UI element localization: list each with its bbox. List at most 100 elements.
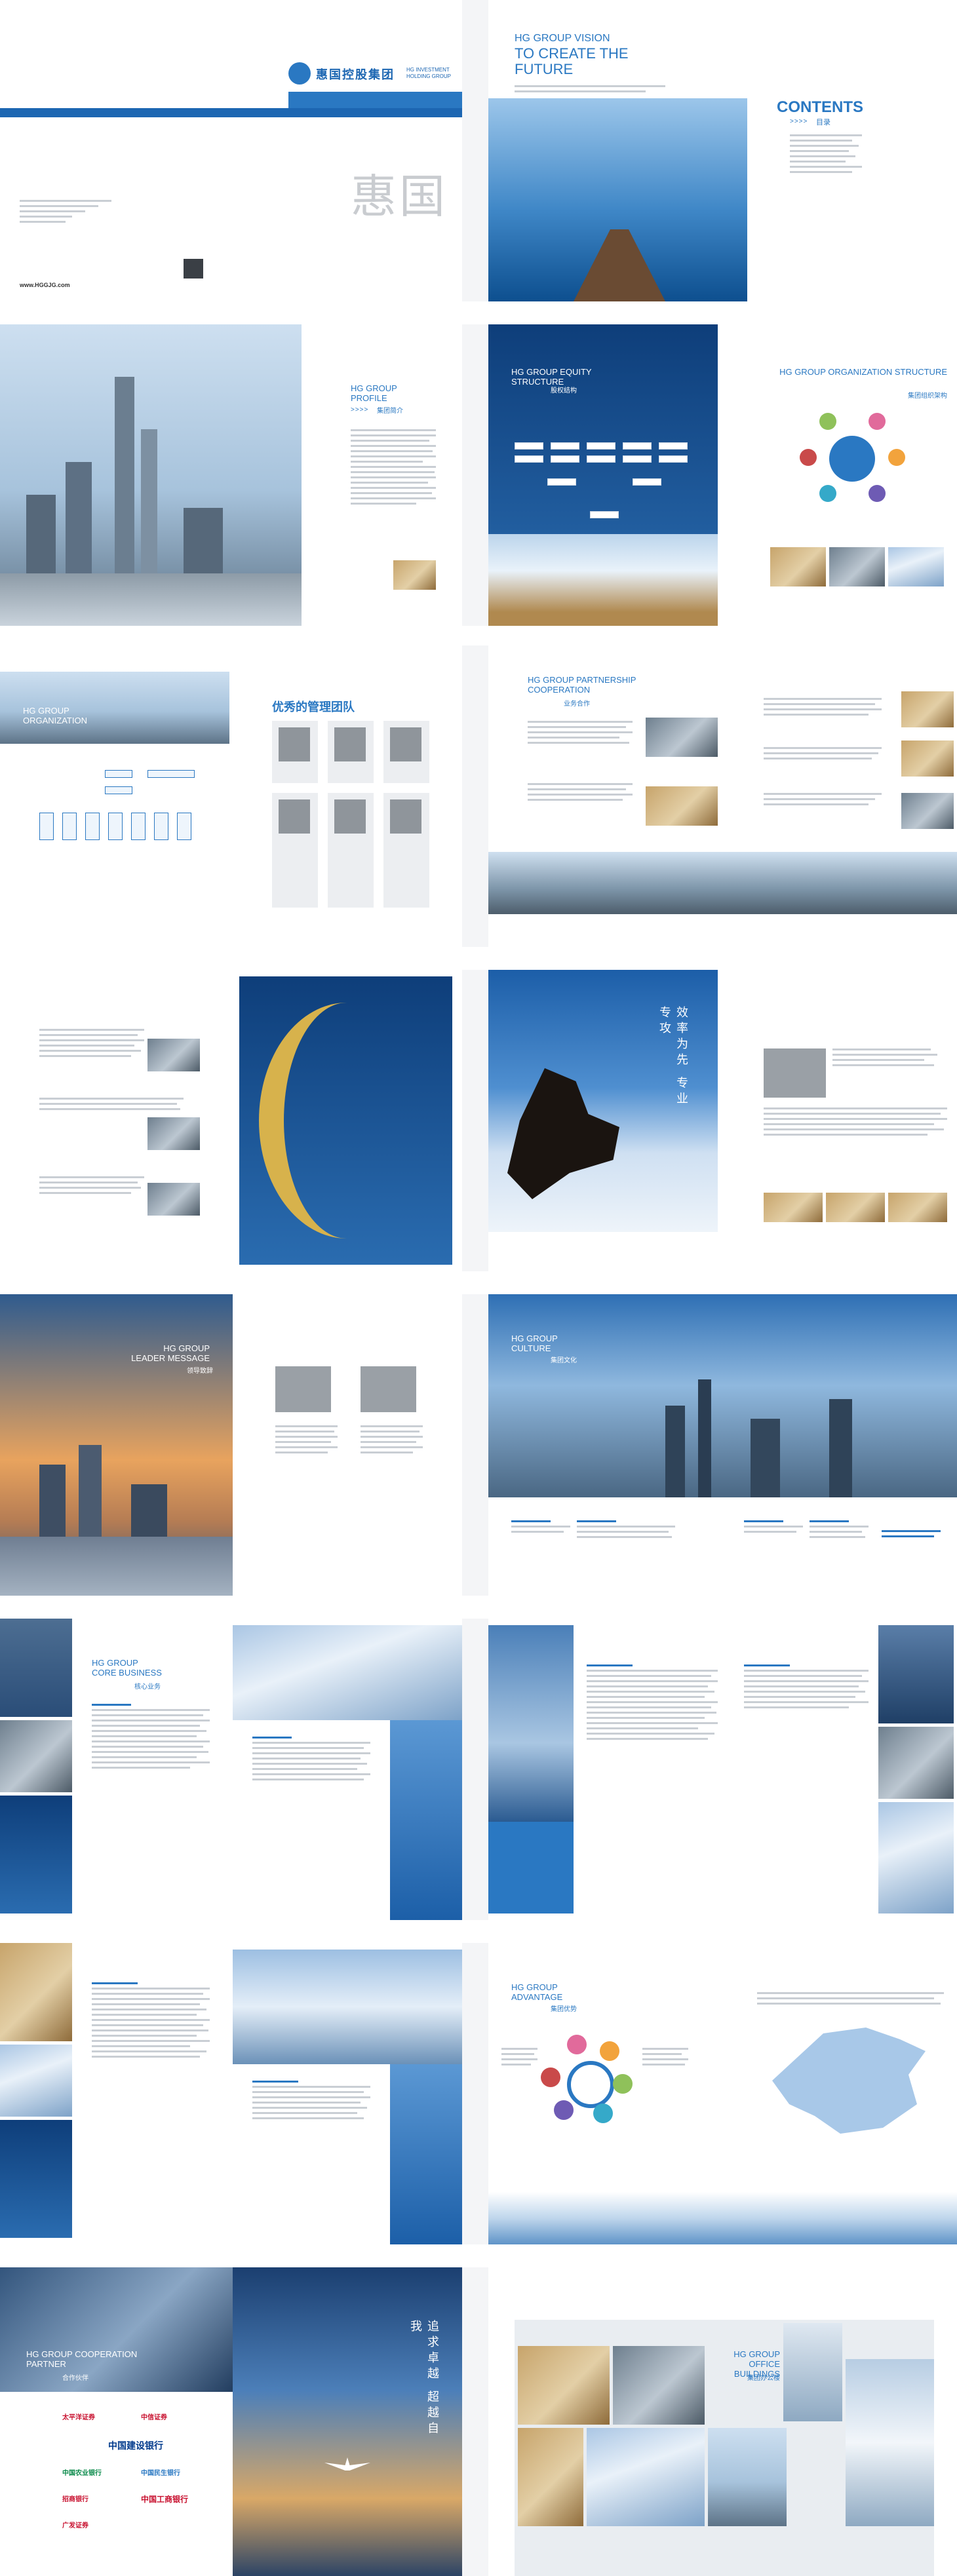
culture-text-2: [764, 1107, 947, 1139]
partner-logo-8: 广发证券: [62, 2522, 88, 2529]
equity-page: HG GROUP EQUITY STRUCTURE 股权结构 HG GROUP …: [488, 324, 957, 626]
core-photo-5: [488, 1625, 574, 1822]
office-page: HG GROUP OFFICE BUILDINGS 集团办公楼: [488, 2267, 957, 2576]
organization-cn: 集团组织架构: [908, 393, 947, 400]
core-photo-4: [233, 1625, 462, 1720]
office-photo-5: [587, 2428, 705, 2526]
adv-text-1: [92, 1982, 210, 2061]
logo-text: HG INVESTMENT HOLDING GROUP: [406, 67, 452, 79]
shanghai-photo: [0, 324, 302, 626]
partnership-cn: 业务合作: [564, 701, 590, 708]
team-card-2: [328, 721, 374, 783]
org-box-e: [131, 813, 146, 840]
core-page-2: [488, 1619, 957, 1920]
org-left-title: HG GROUP ORGANIZATION: [23, 706, 87, 725]
core-photo-1: [0, 1619, 72, 1717]
team-page: HG GROUP ORGANIZATION 优秀的管理团队: [0, 645, 462, 947]
adv-text-2: [252, 2081, 370, 2123]
spread-core: HG GROUP CORE BUSINESS 核心业务: [0, 1619, 957, 1920]
spread-advantage: HG GROUP ADVANTAGE 集团优势: [0, 1943, 957, 2244]
culture-tower-4: [829, 1399, 852, 1497]
gutter: [462, 645, 488, 947]
gutter: [462, 324, 488, 626]
adv-node-2: [600, 2041, 619, 2061]
team-card-3: [383, 721, 429, 783]
office-cn: 集团办公楼: [747, 2375, 780, 2382]
equity-box-13: [590, 511, 619, 518]
river: [0, 573, 302, 626]
org-node-1: [819, 413, 836, 430]
equity-box-7: [551, 455, 579, 463]
partnership-photo-2: [646, 786, 718, 826]
ship-photo: [488, 98, 747, 301]
sunset-river: [0, 1537, 233, 1596]
adv-node-5: [554, 2100, 574, 2120]
equity-box-2: [551, 442, 579, 450]
core-text-4: [744, 1664, 869, 1712]
leader-text-1: [275, 1425, 338, 1457]
equity-box-12: [633, 478, 661, 486]
core-text-1: [92, 1704, 210, 1772]
partner-cn: 合作伙伴: [62, 2375, 88, 2382]
gutter: [462, 1943, 488, 2244]
org-box-a: [39, 813, 54, 840]
equity-box-1: [515, 442, 543, 450]
biz-text-2: [39, 1098, 184, 1113]
gutter: [462, 970, 488, 1271]
slogan-sea: 追求卓越 超越自我: [408, 2320, 439, 2438]
partner-title: HG GROUP COOPERATION PARTNER: [26, 2349, 138, 2369]
office-photo-7: [846, 2359, 934, 2526]
seal-text: 惠国: [351, 170, 448, 223]
team-card-1: [272, 721, 318, 783]
leader-text-2: [361, 1425, 423, 1457]
core-blue-panel: [390, 1720, 462, 1920]
brand-cn: 惠国控股集团: [316, 68, 395, 81]
adv-center: [567, 2061, 614, 2108]
office-photo-2: [613, 2346, 705, 2425]
equity-title: HG GROUP EQUITY STRUCTURE: [511, 367, 592, 387]
partnership-text-2: [528, 783, 633, 804]
adv-node-3: [613, 2074, 633, 2094]
culture-title: HG GROUP CULTURE: [511, 1334, 558, 1353]
team-photo-2: [334, 727, 366, 761]
gutter: [462, 1619, 488, 1920]
org-box-b: [62, 813, 77, 840]
core-text-3: [587, 1664, 718, 1743]
advantage-page: HG GROUP ADVANTAGE 集团优势: [488, 1943, 957, 2244]
partnership-page: HG GROUP PARTNERSHIP COOPERATION 业务合作: [488, 645, 957, 947]
profile-page: HG GROUP PROFILE >>>> 集团简介: [0, 324, 462, 626]
spread-team: HG GROUP ORGANIZATION 优秀的管理团队 HG GROUP P…: [0, 645, 957, 947]
org-box-right: [147, 770, 195, 778]
adv-labels-right: [642, 2048, 688, 2069]
core-photo-3: [0, 1796, 72, 1913]
culture-tower-2: [698, 1379, 711, 1497]
equity-box-11: [547, 478, 576, 486]
profile-arrows: >>>>: [351, 406, 369, 413]
cover-top-band: [0, 108, 462, 117]
org-box-d: [108, 813, 123, 840]
core-cn: 核心业务: [134, 1683, 161, 1691]
org-box-mid: [105, 786, 132, 794]
spread-horse: 效率为先 专业专攻: [0, 970, 957, 1271]
vision-line1: HG GROUP VISION: [515, 33, 610, 44]
org-photo-1: [770, 547, 826, 586]
profile-cn: 集团简介: [377, 408, 403, 415]
org-node-6: [800, 449, 817, 466]
culture-col-4: [810, 1520, 869, 1541]
core-photo-2: [0, 1720, 72, 1792]
profile-title: HG GROUP PROFILE: [351, 383, 397, 403]
handshake-photo: [0, 2267, 233, 2392]
core-photo-7: [878, 1727, 954, 1799]
partnership-photo-5: [901, 793, 954, 829]
leader-photo-2: [361, 1366, 416, 1412]
team-photo-4: [279, 799, 310, 834]
contents-list: [790, 134, 869, 176]
office-photo-4: [518, 2428, 583, 2526]
address-block: [20, 200, 118, 226]
contents-cn: 目录: [816, 119, 830, 126]
partnership-text-3: [764, 698, 882, 719]
spread-leader: HG GROUP LEADER MESSAGE 领导致辞 HG GROUP CU…: [0, 1294, 957, 1596]
equity-box-8: [587, 455, 615, 463]
cloud-horizon: [488, 534, 718, 626]
business-text-page: [0, 970, 462, 1271]
